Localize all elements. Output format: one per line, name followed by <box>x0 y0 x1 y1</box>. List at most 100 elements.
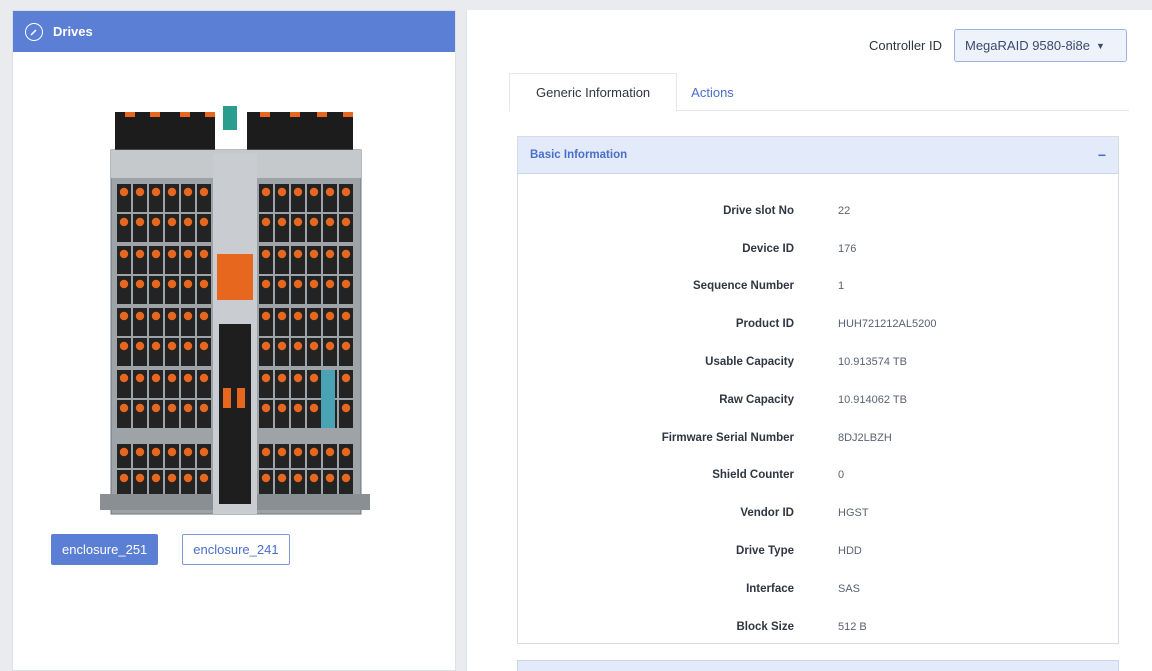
fan-latch <box>180 112 190 117</box>
drive-led <box>277 373 287 383</box>
drive-led <box>119 447 129 457</box>
drive-led <box>325 279 335 289</box>
drive-led <box>341 473 351 483</box>
drive-led <box>167 279 177 289</box>
drive-led <box>309 187 319 197</box>
drive-led <box>119 249 129 259</box>
drive-led <box>325 447 335 457</box>
drive-led <box>261 187 271 197</box>
info-value: 1 <box>838 280 845 293</box>
drive-led <box>293 311 303 321</box>
enclosure-image[interactable] <box>95 104 375 524</box>
drive-led <box>261 373 271 383</box>
drive-led <box>167 187 177 197</box>
tab-generic-information[interactable]: Generic Information <box>509 73 678 112</box>
drive-led <box>151 217 161 227</box>
basic-information-card: Basic Information − Drive slot No 22 Devi… <box>517 136 1119 644</box>
drive-led <box>325 311 335 321</box>
drive-led <box>341 447 351 457</box>
drive-led <box>277 187 287 197</box>
drive-led <box>167 447 177 457</box>
drive-led <box>199 341 209 351</box>
drive-led <box>293 279 303 289</box>
selected-drive-slot <box>321 370 335 428</box>
drive-led <box>199 473 209 483</box>
drive-led <box>151 311 161 321</box>
drive-led <box>293 473 303 483</box>
info-value: 176 <box>838 242 857 255</box>
drive-led <box>293 403 303 413</box>
drive-led <box>277 341 287 351</box>
drive-led <box>183 249 193 259</box>
drive-led <box>199 403 209 413</box>
enclosure-241-button[interactable]: enclosure_241 <box>182 534 290 565</box>
info-value: SAS <box>838 582 861 595</box>
drive-led <box>119 373 129 383</box>
controller-module-black <box>219 324 251 504</box>
info-value: 10.913574 TB <box>838 356 907 369</box>
info-row: Vendor ID HGST <box>518 494 1118 532</box>
drive-led <box>151 447 161 457</box>
drive-led <box>119 403 129 413</box>
collapse-icon[interactable]: − <box>1098 147 1106 163</box>
drive-led <box>293 341 303 351</box>
drive-led <box>309 249 319 259</box>
info-row: Usable Capacity 10.913574 TB <box>518 343 1118 381</box>
drive-led <box>325 341 335 351</box>
info-row: Drive Type HDD <box>518 532 1118 570</box>
info-value: 10.914062 TB <box>838 393 907 406</box>
info-value: 0 <box>838 469 845 482</box>
fan-latch <box>317 112 327 117</box>
info-value: 8DJ2LBZH <box>838 431 892 444</box>
drive-led <box>119 341 129 351</box>
drive-led <box>167 249 177 259</box>
drive-led <box>183 403 193 413</box>
drive-led <box>261 341 271 351</box>
drive-led <box>167 341 177 351</box>
drive-led <box>325 249 335 259</box>
drive-led <box>199 311 209 321</box>
drive-led <box>293 249 303 259</box>
drive-led <box>261 217 271 227</box>
info-value: HGST <box>838 507 869 520</box>
drive-led <box>277 403 287 413</box>
drives-panel: Drives enclosure_251 enclosure_241 <box>12 10 456 671</box>
tab-actions[interactable]: Actions <box>677 73 748 111</box>
enclosure-251-button[interactable]: enclosure_251 <box>51 534 159 565</box>
drive-led <box>261 447 271 457</box>
drive-led <box>309 373 319 383</box>
drive-led <box>183 311 193 321</box>
info-row: Firmware Serial Number 8DJ2LBZH <box>518 419 1118 457</box>
drives-panel-title: Drives <box>53 24 93 39</box>
drive-led <box>309 447 319 457</box>
drive-led <box>277 217 287 227</box>
drive-led <box>341 403 351 413</box>
info-key: Raw Capacity <box>719 393 794 406</box>
info-row: Interface SAS <box>518 570 1118 608</box>
drive-led <box>325 187 335 197</box>
fan-module <box>247 112 353 150</box>
drive-led <box>199 249 209 259</box>
info-row: Drive slot No 22 <box>518 192 1118 230</box>
fan-latch <box>125 112 135 117</box>
drive-details-panel: Controller ID MegaRAID 9580-8i8e ▼ Gener… <box>466 10 1152 671</box>
drive-led <box>261 279 271 289</box>
drive-led <box>183 187 193 197</box>
info-key: Drive Type <box>736 545 794 558</box>
info-row: Product ID HUH721212AL5200 <box>518 305 1118 343</box>
drive-led <box>183 447 193 457</box>
controller-latch <box>223 388 231 408</box>
drive-led <box>261 473 271 483</box>
drive-led <box>167 311 177 321</box>
controller-id-label: Controller ID <box>869 38 942 53</box>
drive-led <box>135 447 145 457</box>
basic-information-header[interactable]: Basic Information − <box>518 137 1118 174</box>
next-section-card-header[interactable] <box>517 660 1119 671</box>
caret-down-icon: ▼ <box>1096 40 1105 51</box>
fan-latch <box>290 112 300 117</box>
info-row: Block Size 512 B <box>518 608 1118 646</box>
controller-id-dropdown[interactable]: MegaRAID 9580-8i8e ▼ <box>954 29 1127 62</box>
info-key: Vendor ID <box>740 507 794 520</box>
drive-led <box>135 473 145 483</box>
drive-led <box>199 447 209 457</box>
